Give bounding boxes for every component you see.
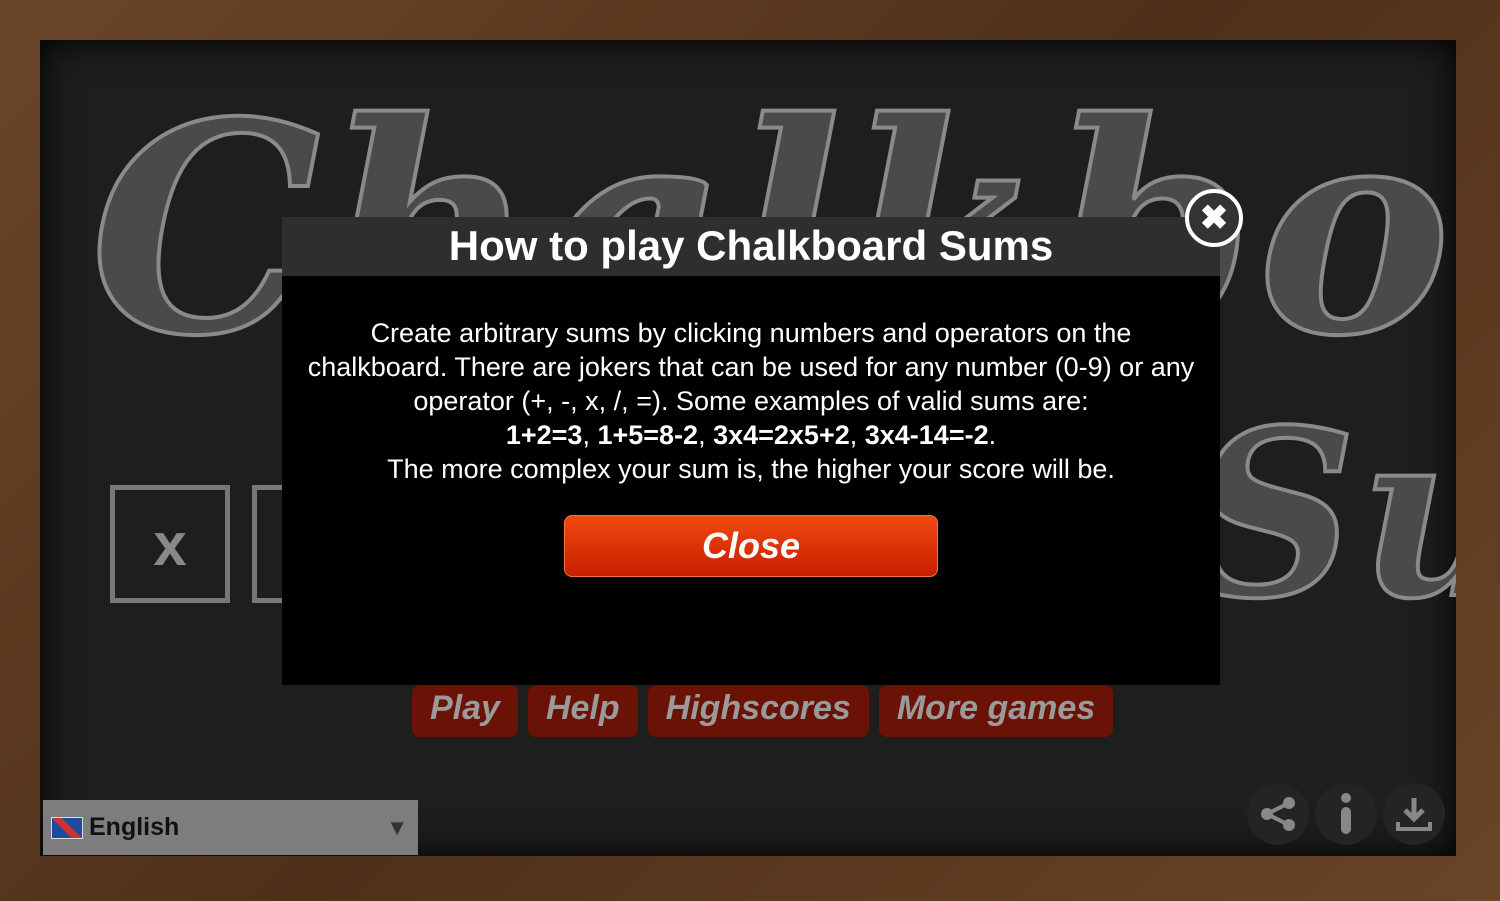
download-icon <box>1396 798 1432 831</box>
download-button[interactable] <box>1383 783 1445 845</box>
close-button[interactable]: Close <box>564 515 938 577</box>
close-dialog-icon[interactable]: ✖ <box>1185 189 1243 247</box>
example: 3x4-14=-2 <box>864 420 989 450</box>
dropdown-arrow-icon: ▼ <box>386 814 408 840</box>
how-to-play-dialog: How to play Chalkboard Sums Create arbit… <box>282 217 1220 685</box>
more-games-button[interactable]: More games <box>878 685 1114 737</box>
score-hint: The more complex your sum is, the higher… <box>387 454 1115 484</box>
instructions-text: Create arbitrary sums by clicking number… <box>307 318 1195 416</box>
language-value: English <box>89 813 180 841</box>
example: 1+5=8-2 <box>597 420 699 450</box>
dialog-body: Create arbitrary sums by clicking number… <box>282 276 1220 486</box>
example: 3x4=2x5+2 <box>713 420 850 450</box>
info-button[interactable] <box>1315 783 1377 845</box>
help-button[interactable]: Help <box>527 685 638 737</box>
dialog-title: How to play Chalkboard Sums <box>282 217 1220 276</box>
examples: 1+2=3, 1+5=8-2, 3x4=2x5+2, 3x4-14=-2. <box>505 420 997 450</box>
highscores-button[interactable]: Highscores <box>647 685 869 737</box>
language-select[interactable]: English ▼ <box>43 800 418 855</box>
play-button[interactable]: Play <box>412 685 518 737</box>
main-menu: Play Help Highscores More games <box>412 685 1114 737</box>
game-title-logo-sums: Sums <box>1188 378 1456 652</box>
example: 1+2=3 <box>505 420 583 450</box>
uk-flag-icon <box>51 816 83 839</box>
share-icon <box>1261 797 1295 831</box>
share-button[interactable] <box>1247 783 1309 845</box>
chalk-tile: x <box>110 485 230 603</box>
info-icon <box>1341 793 1351 834</box>
